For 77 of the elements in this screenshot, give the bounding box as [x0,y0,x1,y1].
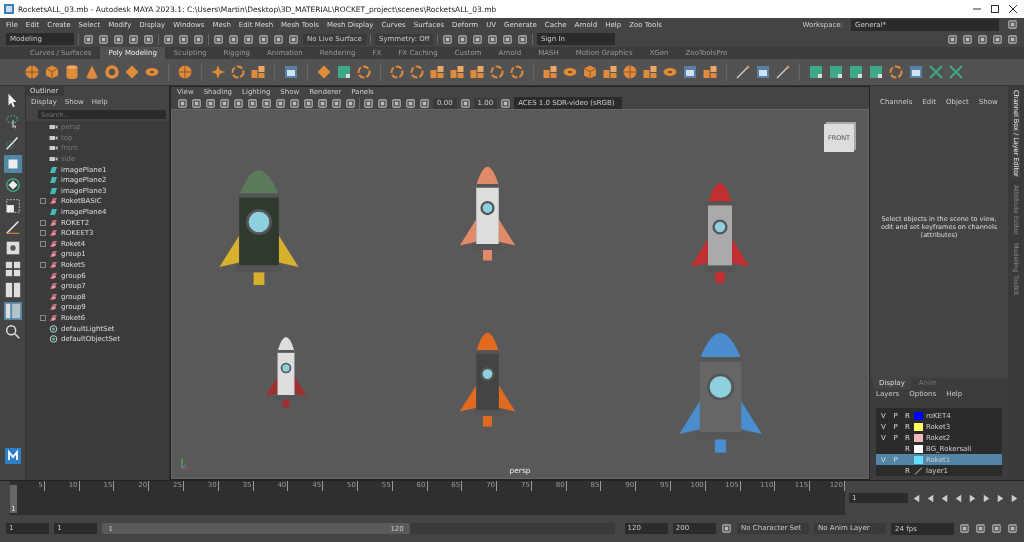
blocks-icon[interactable] [429,64,445,80]
expand-toggle[interactable] [40,230,46,237]
square-icon[interactable] [808,64,824,80]
transform-icon [49,271,58,280]
scale-icon[interactable] [3,197,22,215]
blocks-icon[interactable] [250,64,266,80]
layer-color-swatch[interactable] [914,444,923,453]
app-logo-icon[interactable] [4,448,21,464]
expand-toggle[interactable] [40,219,46,226]
transform-icon [49,197,58,206]
blocks-icon[interactable] [602,64,618,80]
transform-icon [49,250,58,259]
blocks-icon[interactable] [642,64,658,80]
play-back-icon[interactable] [953,492,964,504]
app-icon [4,4,14,14]
rotate-icon[interactable] [3,176,22,194]
cube-icon[interactable] [582,64,598,80]
axis-icon [180,456,192,470]
panel-icon[interactable] [283,64,299,80]
star-icon[interactable] [210,64,226,80]
blocks-icon[interactable] [542,64,558,80]
sphere-icon[interactable] [622,64,638,80]
cross-icon[interactable] [948,64,964,80]
square-icon[interactable] [828,64,844,80]
outliner-layout-icon[interactable] [3,302,22,320]
panel-icon[interactable] [755,64,771,80]
blocks-icon[interactable] [469,64,485,80]
maximize-icon[interactable] [988,4,1002,14]
step-forward-icon[interactable] [981,492,992,504]
four-panes-icon[interactable] [3,260,22,278]
go-to-end-icon[interactable] [1009,492,1020,504]
sphere-icon[interactable] [24,64,40,80]
move-icon[interactable] [3,155,22,173]
close-icon[interactable] [1006,4,1020,14]
panel-icon[interactable] [908,64,924,80]
transform-icon [49,218,58,227]
square-icon[interactable] [868,64,884,80]
layer-color-swatch[interactable] [914,455,923,464]
layer-color-swatch[interactable] [914,433,923,442]
expand-toggle[interactable] [40,240,46,247]
transform-icon [49,261,58,269]
go-to-start-icon[interactable] [911,492,922,504]
transform-icon [49,229,58,238]
cylinder-icon[interactable] [64,64,80,80]
expand-toggle[interactable] [40,315,46,321]
panel-icon[interactable] [682,64,698,80]
search-icon[interactable] [3,323,22,341]
pencil-icon[interactable] [735,64,751,80]
square-icon[interactable] [848,64,864,80]
no-color-icon[interactable] [914,466,923,475]
image-plane-icon [49,208,58,217]
cube-icon[interactable] [44,64,60,80]
step-back-icon[interactable] [939,492,950,504]
expand-toggle[interactable] [40,262,46,268]
blocks-icon[interactable] [449,64,465,80]
transform-icon [49,314,58,322]
expand-toggle[interactable] [40,198,46,205]
layer-color-swatch[interactable] [914,411,923,420]
cross-icon[interactable] [928,64,944,80]
transform-icon [49,239,58,248]
step-forward-key-icon[interactable] [995,492,1006,504]
cone-icon[interactable] [84,64,100,80]
square-icon[interactable] [336,64,352,80]
diamond-icon[interactable] [316,64,332,80]
transform-icon [49,292,58,301]
sphere-icon[interactable] [177,64,193,80]
two-panes-icon[interactable] [3,281,22,299]
diamond-icon[interactable] [124,64,140,80]
play-icon[interactable] [967,492,978,504]
step-back-key-icon[interactable] [925,492,936,504]
torus-icon[interactable] [104,64,120,80]
blocks-icon[interactable] [702,64,718,80]
transform-icon [49,303,58,312]
pen-icon[interactable] [3,218,22,236]
transform-icon [49,282,58,291]
layer-color-swatch[interactable] [914,422,923,431]
pencil-icon[interactable] [775,64,791,80]
